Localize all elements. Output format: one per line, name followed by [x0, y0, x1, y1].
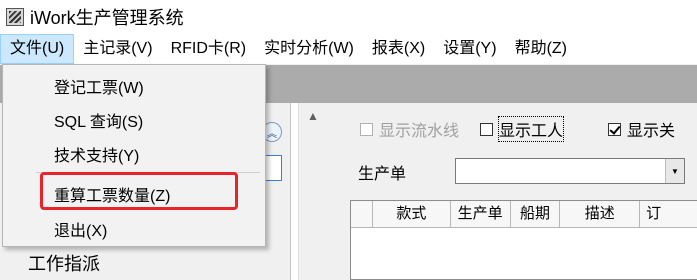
grid-col-ship-date[interactable]: 船期 [511, 201, 561, 227]
show-related-checkbox[interactable]: 显示关 [608, 117, 675, 141]
orders-grid: 款式 生产单 船期 描述 订 [350, 200, 697, 280]
menu-help[interactable]: 帮助(Z) [506, 34, 576, 64]
app-icon [6, 8, 24, 26]
grid-col-description[interactable]: 描述 [560, 201, 641, 227]
menu-reports[interactable]: 报表(X) [363, 34, 434, 64]
menu-bar: 文件(U) 主记录(V) RFID卡(R) 实时分析(W) 报表(X) 设置(Y… [0, 34, 697, 65]
grid-header: 款式 生产单 船期 描述 订 [351, 201, 697, 228]
grid-col-order-qty[interactable]: 订 [640, 201, 697, 227]
show-related-box[interactable] [608, 122, 621, 136]
grid-col-order[interactable]: 生产单 [451, 201, 511, 227]
menu-file[interactable]: 文件(U) [0, 34, 75, 64]
show-worker-box[interactable] [480, 122, 493, 136]
menu-realtime-analysis[interactable]: 实时分析(W) [255, 34, 363, 64]
app-title: iWork生产管理系统 [30, 8, 184, 28]
menu-settings[interactable]: 设置(Y) [434, 34, 505, 64]
menu-item-sql-query[interactable]: SQL 查询(S) [54, 108, 143, 132]
show-flow-checkbox: 显示流水线 [360, 117, 459, 141]
grid-corner [351, 201, 373, 227]
menu-item-register-ticket[interactable]: 登记工票(W) [54, 74, 144, 98]
scroll-up-icon[interactable]: ▲ [307, 109, 319, 123]
file-menu-dropdown: 登记工票(W) SQL 查询(S) 技术支持(Y) 重算工票数量(Z) 退出(X… [2, 64, 266, 247]
show-worker-label: 显示工人 [497, 116, 565, 142]
dropdown-arrow-icon[interactable]: ▼ [665, 159, 684, 183]
menu-item-tech-support[interactable]: 技术支持(Y) [54, 142, 139, 166]
menu-rfid-card[interactable]: RFID卡(R) [162, 34, 256, 64]
title-bar: iWork生产管理系统 [0, 0, 697, 34]
vertical-scrollbar[interactable]: ▲ [298, 103, 330, 280]
order-combobox[interactable]: ▼ [455, 158, 685, 184]
order-label: 生产单 [358, 166, 407, 183]
highlight-annotation [40, 172, 238, 210]
grid-col-style[interactable]: 款式 [373, 201, 451, 227]
show-related-label: 显示关 [627, 123, 676, 140]
menu-item-exit[interactable]: 退出(X) [54, 217, 107, 241]
show-worker-checkbox[interactable]: 显示工人 [480, 116, 565, 142]
show-flow-box [360, 122, 373, 136]
menu-master-records[interactable]: 主记录(V) [74, 34, 161, 64]
show-flow-label: 显示流水线 [379, 123, 460, 140]
nav-work-assign[interactable]: 工作指派 [28, 250, 100, 276]
